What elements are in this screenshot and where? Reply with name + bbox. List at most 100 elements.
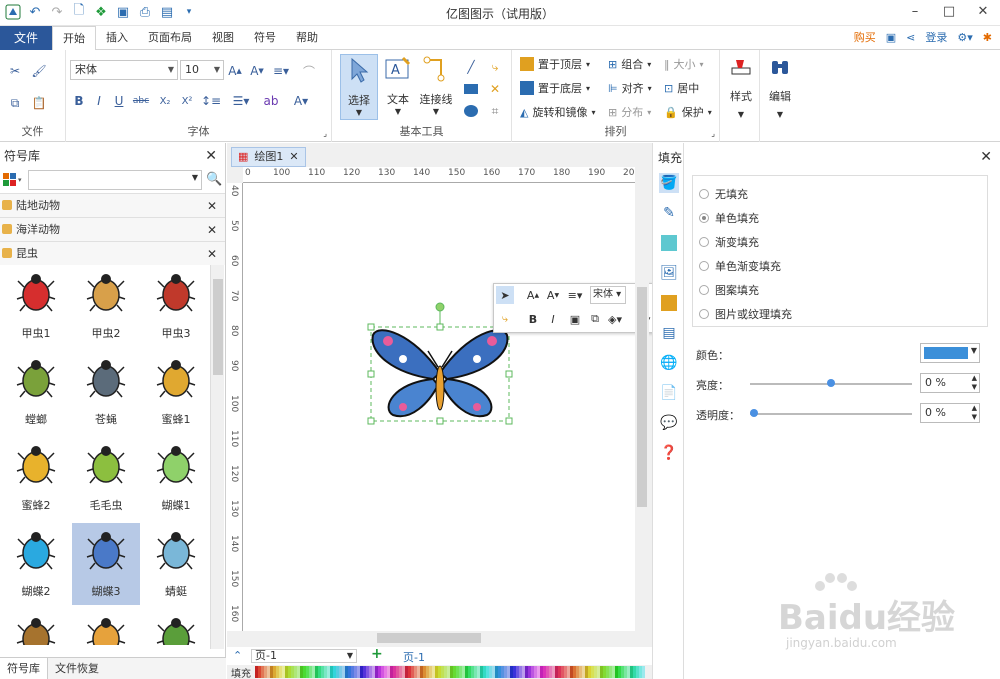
text-tool-button[interactable]: A 文本 ▼ [380, 54, 416, 120]
size-button[interactable]: ‖ 大小 ▾ [664, 56, 704, 72]
protect-button[interactable]: 🔒 保护 ▾ [664, 104, 712, 120]
settings-icon[interactable]: ⚙▾ [957, 31, 972, 44]
page-select[interactable]: 页-1 ▼ [251, 649, 357, 663]
rotation-handle[interactable] [435, 302, 445, 312]
shape-item[interactable]: 蜜蜂2 [2, 437, 70, 519]
shape-item[interactable]: 毛毛虫 [72, 437, 140, 519]
close-icon[interactable]: ✕ [207, 194, 217, 218]
file-menu[interactable]: 文件 [0, 26, 52, 50]
image-icon[interactable]: 🖼 [659, 263, 679, 283]
shrink-font-icon[interactable]: A ▼ [544, 286, 562, 304]
superscript-icon[interactable]: X² [178, 92, 196, 110]
text-color-icon[interactable]: ab [262, 92, 280, 110]
align-text-icon[interactable]: ≡▾ [272, 62, 290, 80]
shape-item[interactable]: 蝴蝶2 [2, 523, 70, 605]
shape-item[interactable]: 蜗牛 [72, 609, 140, 645]
tab-insert[interactable]: 插入 [96, 26, 138, 50]
tab-view[interactable]: 视图 [202, 26, 244, 50]
maximize-button[interactable]: □ [932, 0, 966, 26]
group-button[interactable]: ⊞ 组合 ▾ [608, 56, 651, 72]
bullets-icon[interactable]: ☰▾ [232, 92, 250, 110]
send-back-icon[interactable]: ⧉ [586, 310, 604, 328]
bold-icon[interactable]: B [524, 310, 542, 328]
shape-item[interactable]: 蝴蝶1 [142, 437, 210, 519]
scrollbar-thumb[interactable] [637, 287, 647, 507]
buy-link[interactable]: 购买 [854, 29, 876, 45]
shape-item[interactable]: 甲虫1 [2, 265, 70, 347]
grow-font-icon[interactable]: A ▲ [524, 286, 542, 304]
tab-home[interactable]: 开始 [52, 26, 96, 51]
layers-icon[interactable] [659, 293, 679, 313]
scrollbar-thumb[interactable] [377, 633, 481, 643]
shape-item[interactable]: 苍蝇 [72, 351, 140, 433]
color-picker[interactable]: ▼ [920, 343, 980, 363]
library-scrollbar[interactable] [210, 265, 224, 649]
font-size-select[interactable]: 10 ▼ [180, 60, 224, 80]
library-search-input[interactable]: ▼ [28, 170, 202, 190]
send-back-button[interactable]: 置于底层 ▾ [520, 80, 590, 96]
radio-icon[interactable] [699, 285, 709, 295]
close-icon[interactable]: ✕ [207, 242, 217, 266]
cut-icon[interactable]: ✂ [6, 62, 24, 80]
line-spacing-icon[interactable]: ↕≡ [201, 92, 221, 110]
fill-bucket-icon[interactable]: ◈▾ [606, 310, 624, 328]
shape-item[interactable]: 蜻蜓 [142, 523, 210, 605]
font-dialog-launcher-icon[interactable]: ⌟ [323, 129, 327, 138]
transparency-slider[interactable] [750, 409, 912, 417]
grow-font-icon[interactable]: A ▲ [226, 62, 244, 80]
underline-icon[interactable]: U [110, 92, 128, 110]
document-icon[interactable]: ▤ [659, 323, 679, 343]
radio-icon[interactable] [699, 189, 709, 199]
align-text-icon[interactable]: ≡▾ [566, 286, 584, 304]
arrange-dialog-launcher-icon[interactable]: ⌟ [711, 129, 715, 138]
rectangle-icon[interactable] [462, 80, 480, 98]
mini-font-select[interactable]: 宋体 ▾ [590, 286, 626, 304]
shape-item[interactable]: 蝎子 [142, 609, 210, 645]
fill-option[interactable]: 单色填充 [699, 210, 759, 226]
radio-icon[interactable] [699, 237, 709, 247]
plugin-icon[interactable]: ✱ [983, 31, 992, 44]
tab-page-layout[interactable]: 页面布局 [138, 26, 202, 50]
slider-knob[interactable] [750, 409, 758, 417]
category-land-animals[interactable]: 陆地动物 ✕ [0, 193, 225, 217]
curve-icon[interactable]: ⌒ [300, 62, 318, 80]
line-icon[interactable]: ╱ [462, 58, 480, 76]
tab-file-recovery[interactable]: 文件恢复 [48, 658, 106, 679]
cross-icon[interactable]: ✕ [486, 80, 504, 98]
connector-tool-button[interactable]: 连接线 ▼ [416, 54, 456, 120]
color-swatches[interactable] [255, 666, 645, 678]
edit-button[interactable]: 编辑 ▼ [764, 56, 796, 119]
shape-item[interactable]: 蝴蝶3 [72, 523, 140, 605]
fill-option[interactable]: 单色渐变填充 [699, 258, 781, 274]
fill-option[interactable]: 图片或纹理填充 [699, 306, 792, 322]
share-icon[interactable]: ⋖ [906, 31, 915, 44]
transparency-stepper[interactable]: 0 % ▲ ▼ [920, 403, 980, 423]
butterfly-shape[interactable] [371, 329, 509, 418]
italic-icon[interactable]: I [544, 310, 562, 328]
bring-front-button[interactable]: 置于顶层 ▾ [520, 56, 590, 72]
close-icon[interactable]: ✕ [289, 148, 298, 166]
category-insects[interactable]: 昆虫 ✕ [0, 241, 225, 265]
stepper-arrows-icon[interactable]: ▲ ▼ [972, 374, 977, 392]
paste-icon[interactable]: 📋 [30, 94, 48, 112]
hyperlink-icon[interactable]: 🌐 [659, 353, 679, 373]
ellipse-icon[interactable] [462, 102, 480, 120]
copy-icon[interactable]: ⧉ [6, 94, 24, 112]
line-style-icon[interactable]: ✎ [659, 203, 679, 223]
style-button[interactable]: 样式 ▼ [724, 56, 758, 119]
align-button[interactable]: ⊫ 对齐 ▾ [608, 80, 652, 96]
tab-symbols[interactable]: 符号 [244, 26, 286, 50]
library-grid-icon[interactable]: ▾ [2, 172, 24, 190]
document-tab[interactable]: ▦ 绘图1 ✕ [231, 147, 306, 167]
rotate-mirror-button[interactable]: ◭ 旋转和镜像 ▾ [520, 104, 595, 120]
center-button[interactable]: ⊡ 居中 [664, 80, 699, 96]
tab-help[interactable]: 帮助 [286, 26, 328, 50]
crop-icon[interactable]: ⌗ [486, 102, 504, 120]
bold-icon[interactable]: B [70, 92, 88, 110]
font-name-select[interactable]: 宋体 ▼ [70, 60, 178, 80]
canvas-horizontal-scrollbar[interactable] [227, 631, 635, 645]
close-button[interactable]: ✕ [966, 0, 1000, 26]
comment-icon[interactable]: 💬 [659, 413, 679, 433]
login-link[interactable]: 登录 [925, 29, 947, 45]
shadow-icon[interactable] [659, 233, 679, 253]
